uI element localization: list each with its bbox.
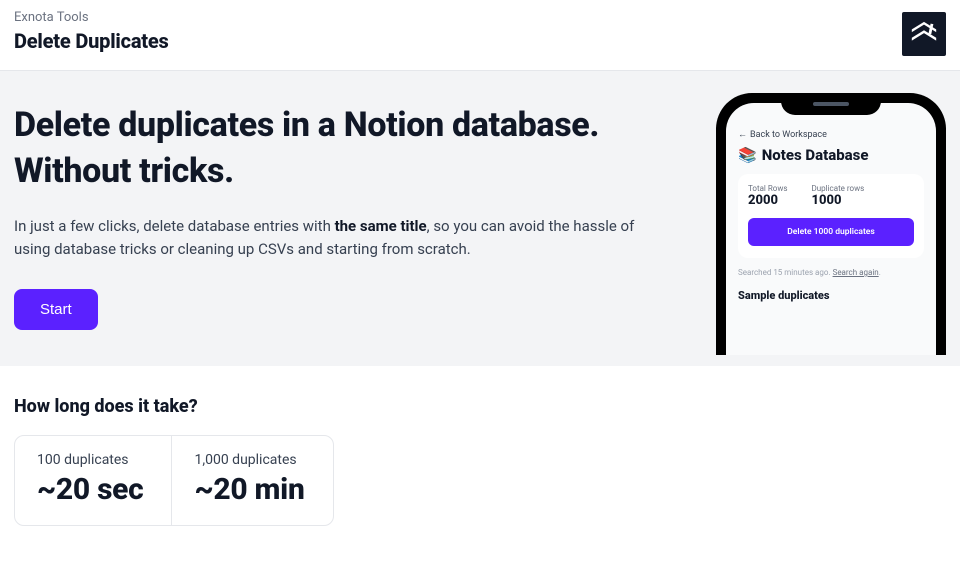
hero-subtext: In just a few clicks, delete database en… — [14, 215, 654, 262]
phone-stat-total: Total Rows 2000 — [748, 184, 787, 208]
hero-headline-line1: Delete duplicates in a Notion database. — [14, 105, 599, 145]
phone-db-title: 📚 Notes Database — [738, 146, 924, 164]
phone-frame: ← Back to Workspace 📚 Notes Database Tot… — [716, 93, 946, 355]
phone-stat-dup: Duplicate rows 1000 — [811, 184, 864, 208]
timing-heading: How long does it take? — [14, 396, 946, 417]
hero-headline-line2: Without tricks. — [14, 151, 234, 191]
timing-card-1000-value: ~20 min — [194, 472, 304, 507]
phone-screen: ← Back to Workspace 📚 Notes Database Tot… — [726, 103, 936, 355]
hero-section: Delete duplicates in a Notion database. … — [0, 71, 960, 366]
timing-card-1000: 1,000 duplicates ~20 min — [171, 436, 332, 525]
hero-sub-before: In just a few clicks, delete database en… — [14, 217, 335, 235]
phone-searched-text: Searched 15 minutes ago. Search again. — [738, 268, 924, 277]
phone-back-link[interactable]: ← Back to Workspace — [738, 129, 924, 140]
timing-card-100-label: 100 duplicates — [37, 452, 143, 468]
timing-card-1000-label: 1,000 duplicates — [194, 452, 304, 468]
phone-search-again-link[interactable]: Search again — [833, 268, 879, 277]
phone-stat-total-label: Total Rows — [748, 184, 787, 193]
header: Exnota Tools Delete Duplicates — [0, 0, 960, 71]
phone-stat-dup-value: 1000 — [811, 193, 864, 208]
phone-db-name: Notes Database — [762, 146, 869, 164]
timing-cards: 100 duplicates ~20 sec 1,000 duplicates … — [14, 435, 334, 526]
phone-stat-total-value: 2000 — [748, 193, 787, 208]
books-icon: 📚 — [738, 146, 757, 164]
timing-card-100-value: ~20 sec — [37, 472, 143, 507]
timing-card-100: 100 duplicates ~20 sec — [15, 436, 171, 525]
phone-back-label: Back to Workspace — [750, 130, 827, 140]
page-title: Delete Duplicates — [14, 29, 169, 53]
hero-sub-bold: the same title — [335, 217, 427, 235]
phone-stats-card: Total Rows 2000 Duplicate rows 1000 Dele… — [738, 174, 924, 258]
phone-delete-button[interactable]: Delete 1000 duplicates — [748, 218, 914, 246]
timing-section: How long does it take? 100 duplicates ~2… — [0, 366, 960, 526]
start-button[interactable]: Start — [14, 289, 98, 330]
phone-preview: ← Back to Workspace 📚 Notes Database Tot… — [716, 93, 946, 355]
breadcrumb[interactable]: Exnota Tools — [14, 10, 169, 25]
brand-logo-icon — [909, 19, 939, 49]
brand-logo[interactable] — [902, 12, 946, 56]
arrow-left-icon: ← — [738, 129, 747, 140]
phone-notch — [781, 93, 881, 115]
phone-sample-heading: Sample duplicates — [738, 289, 924, 302]
phone-stat-dup-label: Duplicate rows — [811, 184, 864, 193]
phone-searched-ago: Searched 15 minutes ago. — [738, 268, 833, 277]
